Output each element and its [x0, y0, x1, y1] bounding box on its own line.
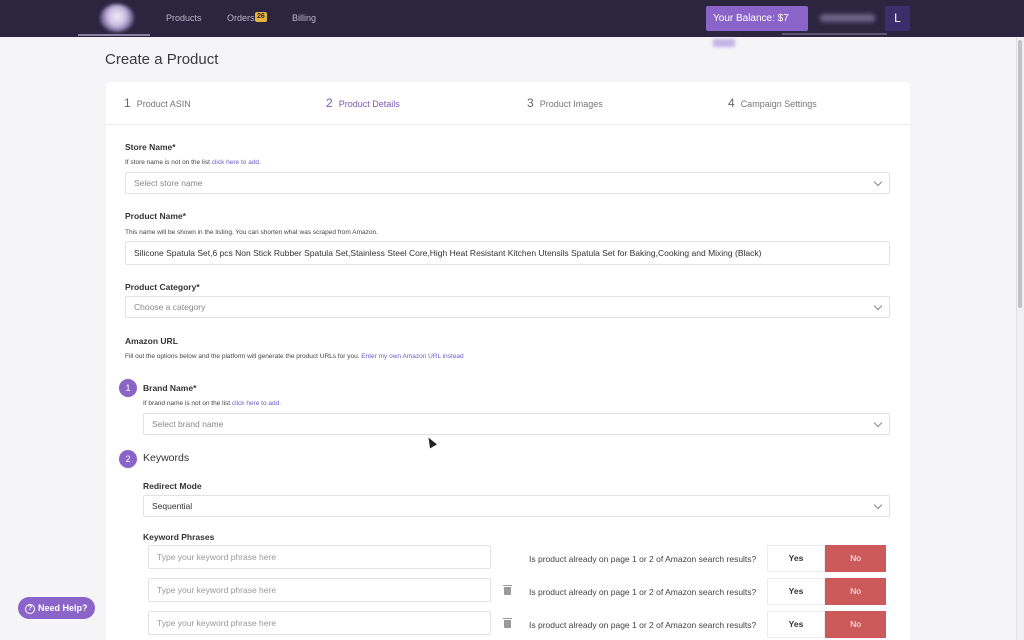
page-rank-question: Is product already on page 1 or 2 of Ama…	[529, 554, 757, 564]
product-name-label: Product Name*	[125, 211, 186, 221]
nav-billing[interactable]: Billing	[292, 13, 316, 23]
redirect-mode-value: Sequential	[152, 501, 193, 511]
page-rank-question: Is product already on page 1 or 2 of Ama…	[529, 587, 757, 597]
store-name-help: If store name is not on the list click h…	[125, 159, 261, 166]
redirect-mode-select[interactable]: Sequential	[143, 495, 890, 517]
top-navbar: Products Orders 26 Billing Your Balance:…	[0, 0, 1024, 48]
product-name-input[interactable]: Silicone Spatula Set,6 pcs Non Stick Rub…	[125, 241, 890, 265]
step-product-asin[interactable]: 1 Product ASIN	[124, 96, 191, 110]
yes-button[interactable]: Yes	[767, 578, 825, 605]
trash-icon[interactable]	[503, 585, 512, 595]
need-help-label: Need Help?	[38, 603, 88, 613]
product-name-help: This name will be shown in the listing. …	[125, 229, 378, 236]
brand-logo[interactable]	[100, 4, 134, 32]
store-help-text: If store name is not on the list	[125, 159, 212, 166]
add-store-link[interactable]: click here to add.	[212, 159, 261, 166]
amazon-url-help: Fill out the options below and the platf…	[125, 353, 464, 360]
amazon-url-label: Amazon URL	[125, 336, 178, 346]
section-number-badge: 1	[119, 379, 137, 397]
own-amazon-url-link[interactable]: Enter my own Amazon URL instead	[361, 353, 463, 360]
keyword-phrase-input[interactable]: Type your keyword phrase here	[148, 611, 491, 635]
step-number: 1	[124, 96, 131, 110]
brand-name-help: If brand name is not on the list click h…	[143, 400, 281, 407]
store-name-label: Store Name*	[125, 142, 176, 152]
yes-button[interactable]: Yes	[767, 611, 825, 638]
keyword-phrase-input[interactable]: Type your keyword phrase here	[148, 545, 491, 569]
scrollbar-thumb[interactable]	[1018, 40, 1022, 308]
chevron-down-icon	[873, 301, 883, 311]
step-product-details[interactable]: 2 Product Details	[326, 96, 400, 110]
page-rank-question: Is product already on page 1 or 2 of Ama…	[529, 620, 757, 630]
product-form-card: 1 Product ASIN 2 Product Details 3 Product …	[106, 82, 910, 640]
step-number: 3	[527, 96, 534, 110]
store-name-select[interactable]: Select store name	[125, 172, 890, 194]
nav-products[interactable]: Products	[166, 13, 202, 23]
orders-count-badge: 26	[255, 12, 267, 22]
keyword-phrases-label: Keyword Phrases	[143, 532, 215, 542]
question-icon: ?	[25, 603, 35, 614]
brand-select-placeholder: Select brand name	[152, 419, 224, 429]
need-help-button[interactable]: ? Need Help?	[18, 597, 95, 619]
brand-name-select[interactable]: Select brand name	[143, 413, 890, 435]
step-campaign-settings[interactable]: 4 Campaign Settings	[728, 96, 817, 110]
amazon-url-help-text: Fill out the options below and the platf…	[125, 353, 362, 360]
brand-name-label: Brand Name*	[143, 383, 197, 393]
product-category-label: Product Category*	[125, 282, 200, 292]
product-category-select[interactable]: Choose a category	[125, 296, 890, 318]
step-product-images[interactable]: 3 Product Images	[527, 96, 603, 110]
keyword-phrase-input[interactable]: Type your keyword phrase here	[148, 578, 491, 602]
user-underline	[782, 33, 887, 35]
step-label: Product Details	[338, 99, 400, 109]
chevron-down-icon	[873, 177, 883, 187]
user-avatar[interactable]: L	[885, 6, 910, 31]
section-number-badge: 2	[119, 450, 137, 468]
balance-button[interactable]: Your Balance: $7	[706, 6, 808, 48]
chevron-down-icon	[873, 418, 883, 428]
no-button[interactable]: No	[825, 611, 886, 638]
redirect-mode-label: Redirect Mode	[143, 481, 202, 491]
wizard-steps: 1 Product ASIN 2 Product Details 3 Product …	[106, 82, 910, 125]
balance-amount-redacted	[713, 39, 735, 48]
username-redacted[interactable]	[820, 14, 875, 22]
category-placeholder: Choose a category	[134, 302, 206, 312]
brand-help-text: If brand name is not on the list	[143, 400, 232, 407]
no-button[interactable]: No	[825, 545, 886, 572]
no-button[interactable]: No	[825, 578, 886, 605]
logo-underline	[78, 34, 150, 36]
yes-button[interactable]: Yes	[767, 545, 825, 572]
trash-icon[interactable]	[503, 618, 512, 628]
add-brand-link[interactable]: click here to add.	[232, 400, 281, 407]
step-label: Campaign Settings	[740, 99, 817, 109]
step-number: 4	[728, 96, 735, 110]
step-label: Product Images	[539, 99, 603, 109]
step-number: 2	[326, 96, 333, 110]
store-select-placeholder: Select store name	[134, 178, 203, 188]
balance-label: Your Balance: $7	[713, 13, 789, 24]
keywords-heading: Keywords	[143, 452, 190, 464]
page-title: Create a Product	[105, 51, 219, 68]
chevron-down-icon	[873, 500, 883, 510]
step-label: Product ASIN	[136, 99, 191, 109]
nav-orders[interactable]: Orders	[227, 13, 255, 23]
